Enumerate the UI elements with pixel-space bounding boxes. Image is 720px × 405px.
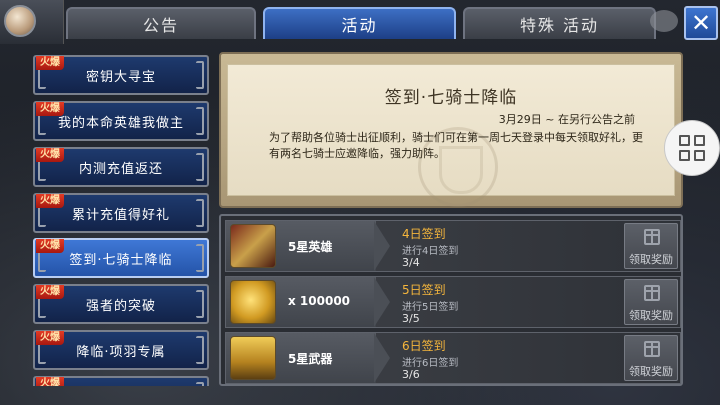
- reward-item-panel: x 100000: [226, 277, 376, 327]
- signin-title: 6日签到: [402, 339, 446, 353]
- event-item[interactable]: 火爆 强者的突破: [33, 284, 209, 324]
- event-item[interactable]: 火爆 我的本命英雄我做主: [33, 101, 209, 141]
- signin-description: 进行4日签到: [402, 246, 459, 257]
- frame-ornament: [196, 107, 204, 135]
- grid-icon: [694, 135, 705, 146]
- event-item[interactable]: 火爆 内测充值返还: [33, 147, 209, 187]
- claim-label: 领取奖励: [629, 253, 673, 266]
- frame-ornament: [196, 61, 204, 89]
- gold-coins-icon: [230, 280, 276, 324]
- signin-description: 进行5日签到: [402, 302, 459, 313]
- event-item[interactable]: 火爆 降临·项羽专属: [33, 330, 209, 370]
- frame-ornament: [196, 199, 204, 227]
- event-label: 签到·七骑士降临: [69, 252, 173, 268]
- tab-events[interactable]: 活动: [263, 7, 456, 39]
- reward-item-panel: 5星武器: [226, 333, 376, 383]
- event-item[interactable]: 火爆 密钥大寻宝: [33, 55, 209, 95]
- event-label: 内测充值返还: [78, 161, 163, 177]
- top-bar: 公告 活动 特殊 活动 ✕: [0, 0, 720, 46]
- signin-title: 5日签到: [402, 283, 446, 297]
- grid-icon: [679, 135, 690, 146]
- gift-icon: [644, 285, 660, 301]
- chat-icon[interactable]: [650, 10, 678, 32]
- event-detail-scroll: 签到·七骑士降临 3月29日 ~ 在另行公告之前 为了帮助各位骑士出征顺利，骑士…: [219, 52, 683, 208]
- hot-badge: 火爆: [36, 148, 64, 162]
- event-label: 强者的突破: [85, 298, 156, 314]
- reward-name: 5星英雄: [288, 240, 333, 254]
- reward-row: 5星武器 6日签到 进行6日签到 3/6 领取奖励: [225, 332, 681, 384]
- arrow-divider: [374, 221, 390, 271]
- tab-announcement[interactable]: 公告: [66, 7, 256, 39]
- frame-ornament: [196, 153, 204, 181]
- profile-corner[interactable]: [0, 0, 64, 44]
- event-label: 降临·项羽专属: [76, 344, 166, 360]
- event-label: 累计充值得好礼: [71, 207, 170, 223]
- golden-weapon-chest-icon: [230, 336, 276, 380]
- signin-progress: 3/4: [402, 256, 420, 269]
- claim-label: 领取奖励: [629, 365, 673, 378]
- claim-label: 领取奖励: [629, 309, 673, 322]
- grid-icon: [694, 150, 705, 161]
- menu-grid-button[interactable]: [664, 120, 720, 176]
- event-label: 密钥大寻宝: [85, 69, 156, 85]
- hero-card-icon: [230, 224, 276, 268]
- hot-badge: 火爆: [36, 331, 64, 345]
- reward-list: 5星英雄 4日签到 进行4日签到 3/4 领取奖励 x 100000 5日签到 …: [219, 214, 683, 386]
- signin-description: 进行6日签到: [402, 358, 459, 369]
- close-button[interactable]: ✕: [684, 6, 718, 40]
- reward-item-panel: 5星英雄: [226, 221, 376, 271]
- event-item[interactable]: 火爆: [33, 376, 209, 386]
- hot-badge: 火爆: [36, 239, 64, 253]
- claim-reward-button[interactable]: 领取奖励: [624, 223, 678, 269]
- hot-badge: 火爆: [36, 377, 64, 386]
- gift-icon: [644, 341, 660, 357]
- reward-row: 5星英雄 4日签到 进行4日签到 3/4 领取奖励: [225, 220, 681, 272]
- frame-ornament: [196, 244, 204, 272]
- signin-progress: 3/5: [402, 312, 420, 325]
- event-list[interactable]: 火爆 密钥大寻宝 火爆 我的本命英雄我做主 火爆 内测充值返还 火爆 累计充值得…: [33, 51, 211, 386]
- hot-badge: 火爆: [36, 285, 64, 299]
- arrow-divider: [374, 333, 390, 383]
- event-item[interactable]: 火爆 累计充值得好礼: [33, 193, 209, 233]
- signin-title: 4日签到: [402, 227, 446, 241]
- event-item-active[interactable]: 火爆 签到·七骑士降临: [33, 238, 209, 278]
- reward-name: x 100000: [288, 294, 351, 308]
- claim-reward-button[interactable]: 领取奖励: [624, 279, 678, 325]
- event-date: 3月29日 ~ 在另行公告之前: [498, 113, 635, 126]
- grid-icon: [679, 150, 690, 161]
- event-title: 签到·七骑士降临: [384, 88, 518, 108]
- arrow-divider: [374, 277, 390, 327]
- reward-name: 5星武器: [288, 352, 333, 366]
- frame-ornament: [196, 382, 204, 386]
- claim-reward-button[interactable]: 领取奖励: [624, 335, 678, 381]
- tab-special-events[interactable]: 特殊 活动: [463, 7, 656, 39]
- reward-row: x 100000 5日签到 进行5日签到 3/5 领取奖励: [225, 276, 681, 328]
- avatar[interactable]: [4, 5, 36, 37]
- frame-ornament: [196, 336, 204, 364]
- gift-icon: [644, 229, 660, 245]
- signin-progress: 3/6: [402, 368, 420, 381]
- hot-badge: 火爆: [36, 56, 64, 70]
- hot-badge: 火爆: [36, 102, 64, 116]
- event-description: 为了帮助各位骑士出征顺利，骑士们可在第一周七天登录中每天领取好礼，更有两名七骑士…: [269, 131, 643, 160]
- event-label: 我的本命英雄我做主: [57, 115, 184, 131]
- hot-badge: 火爆: [36, 194, 64, 208]
- frame-ornament: [196, 290, 204, 318]
